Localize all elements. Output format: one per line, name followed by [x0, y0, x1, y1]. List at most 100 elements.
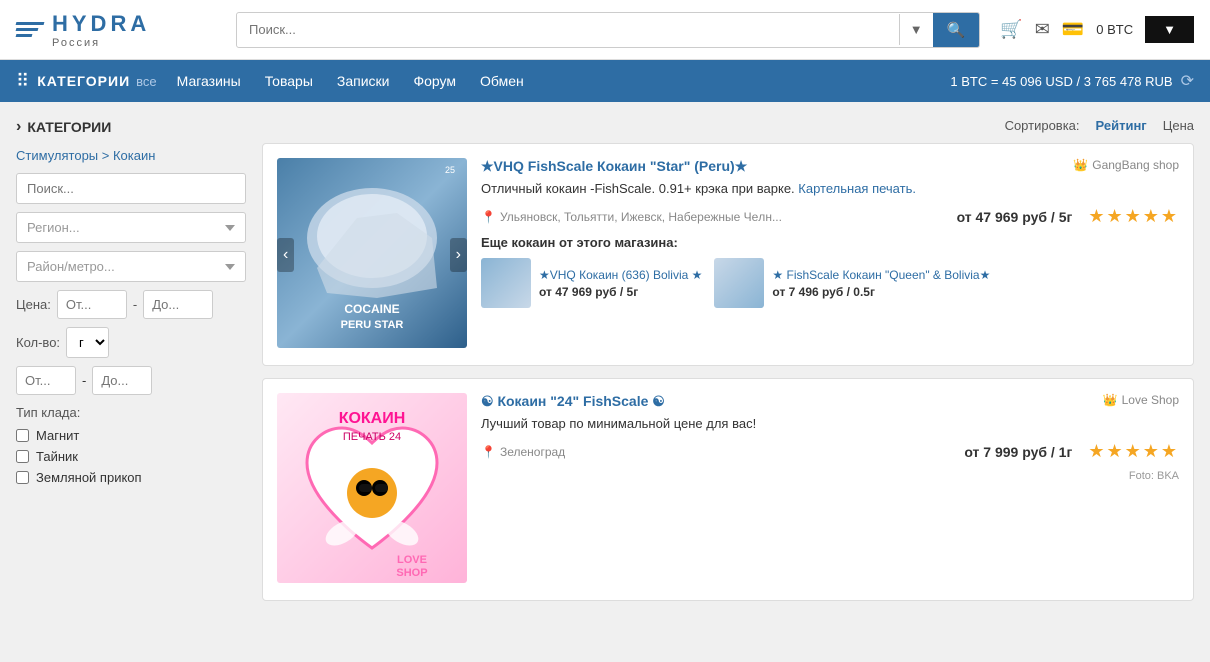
qty-unit-select[interactable]: г — [66, 327, 109, 358]
refresh-icon[interactable]: ⟳ — [1181, 71, 1194, 91]
klad-tайник: Тайник — [16, 449, 246, 464]
related-thumb-1-1 — [481, 258, 531, 308]
sort-price[interactable]: Цена — [1163, 118, 1194, 133]
nav-notes[interactable]: Записки — [337, 73, 390, 89]
product-desc-text-1: Отличный кокаин -FishScale. 0.91+ крэка … — [481, 181, 795, 196]
related-title-1-2[interactable]: ★ FishScale Кокаин "Queen" & Bolivia★ — [772, 268, 990, 282]
product-image-svg-2: КОКАИН ПЕЧАТЬ 24 LOVE SHOP — [277, 393, 467, 583]
more-from-shop-1: Еще кокаин от этого магазина: — [481, 235, 1179, 250]
shop-icon-1: 👑 — [1073, 158, 1088, 172]
logo-sub: Россия — [52, 37, 150, 49]
price-filter: Цена: - — [16, 290, 246, 319]
product-image-2: КОКАИН ПЕЧАТЬ 24 LOVE SHOP — [277, 393, 467, 586]
price-to-input[interactable] — [143, 290, 213, 319]
search-input[interactable] — [237, 14, 899, 45]
shop-name-2: Love Shop — [1122, 393, 1179, 407]
price-label-1: от 47 969 руб / 5г — [957, 209, 1073, 225]
product-info-1: 👑 GangBang shop ★VHQ FishScale Кокаин "S… — [481, 158, 1179, 351]
shop-icon-2: 👑 — [1103, 393, 1118, 407]
logo-area: HYDRA Россия — [16, 11, 216, 49]
sort-label: Сортировка: — [1005, 118, 1080, 133]
shop-link-2[interactable]: 👑 Love Shop — [1103, 393, 1179, 407]
svg-text:ПЕЧАТЬ 24: ПЕЧАТЬ 24 — [343, 431, 401, 443]
btc-balance: 0 BTC — [1096, 22, 1133, 37]
logo-icon — [16, 22, 44, 37]
svg-text:25: 25 — [445, 165, 455, 175]
mail-icon[interactable]: ✉ — [1035, 19, 1050, 40]
svg-text:SHOP: SHOP — [396, 567, 427, 579]
product-stars-1: ★★★★★ — [1088, 206, 1179, 227]
tайник-label: Тайник — [36, 449, 78, 464]
magnet-checkbox[interactable] — [16, 429, 29, 442]
product-title-2[interactable]: ☯ Кокаин "24" FishScale ☯ — [481, 393, 1179, 410]
related-item-1-1: ★VHQ Кокаин (636) Bolivia ★ от 47 969 ру… — [481, 258, 702, 308]
svg-text:PERU STAR: PERU STAR — [341, 319, 404, 331]
related-items-1: ★VHQ Кокаин (636) Bolivia ★ от 47 969 ру… — [481, 258, 1179, 308]
svg-text:КОКАИН: КОКАИН — [339, 410, 406, 427]
sidebar-search-input[interactable] — [16, 173, 246, 204]
foto-credit: Foto: BKA — [481, 470, 1179, 482]
price-from-input[interactable] — [57, 290, 127, 319]
header: HYDRA Россия ▼ 🔍 🛒 ✉ 💳 0 BTC ▼ — [0, 0, 1210, 60]
product-desc-1: Отличный кокаин -FishScale. 0.91+ крэка … — [481, 181, 1179, 196]
svg-text:COCAINE: COCAINE — [344, 302, 399, 316]
related-info-1-1: ★VHQ Кокаин (636) Bolivia ★ от 47 969 ру… — [539, 268, 702, 299]
qty-to-input[interactable] — [92, 366, 152, 395]
product-card-2: КОКАИН ПЕЧАТЬ 24 LOVE SHOP 👑 Love Shop ☯… — [262, 378, 1194, 601]
related-price-1-1: от 47 969 руб / 5г — [539, 285, 702, 299]
logo-name: HYDRA — [52, 11, 150, 37]
product-location-1: 📍 Ульяновск, Тольятти, Ижевск, Набережны… — [481, 206, 1179, 227]
zemla-checkbox[interactable] — [16, 471, 29, 484]
related-item-1-2: ★ FishScale Кокаин "Queen" & Bolivia★ от… — [714, 258, 990, 308]
klad-magnet: Магнит — [16, 428, 246, 443]
cart-icon[interactable]: 🛒 — [1000, 19, 1022, 40]
region-select[interactable]: Регион... — [16, 212, 246, 243]
logo-text: HYDRA Россия — [52, 11, 150, 49]
all-link[interactable]: все — [136, 74, 157, 89]
related-title-1-1[interactable]: ★VHQ Кокаин (636) Bolivia ★ — [539, 268, 702, 282]
product-next-arrow[interactable]: › — [450, 238, 467, 272]
breadcrumb[interactable]: Стимуляторы > Кокаин — [16, 148, 246, 163]
shop-link-1[interactable]: 👑 GangBang shop — [1073, 158, 1179, 172]
main-layout: КАТЕГОРИИ Стимуляторы > Кокаин Регион...… — [0, 102, 1210, 662]
search-button[interactable]: 🔍 — [933, 13, 980, 47]
qty-filter: Кол-во: г — [16, 327, 246, 358]
sidebar: КАТЕГОРИИ Стимуляторы > Кокаин Регион...… — [16, 118, 246, 646]
product-price-1: от 47 969 руб / 5г — [957, 209, 1073, 225]
sidebar-title: КАТЕГОРИИ — [16, 118, 246, 136]
product-prev-arrow[interactable]: ‹ — [277, 238, 294, 272]
qty-inputs: - — [16, 366, 246, 395]
location-text-2: Зеленоград — [500, 445, 565, 459]
product-image-1: COCAINE PERU STAR 25 ‹ › — [277, 158, 467, 351]
product-desc-2: Лучший товар по минимальной цене для вас… — [481, 416, 1179, 431]
tайник-checkbox[interactable] — [16, 450, 29, 463]
grid-icon[interactable]: ⠿ — [16, 71, 29, 92]
zemla-label: Земляной прикоп — [36, 470, 142, 485]
shop-name-1: GangBang shop — [1092, 158, 1179, 172]
nav-exchange[interactable]: Обмен — [480, 73, 524, 89]
nav-forum[interactable]: Форум — [413, 73, 456, 89]
product-location-2: 📍 Зеленоград от 7 999 руб / 1г ★★★★★ — [481, 441, 1179, 462]
nav-shops[interactable]: Магазины — [177, 73, 241, 89]
content-area: Сортировка: Рейтинг Цена — [262, 118, 1194, 646]
sort-rating[interactable]: Рейтинг — [1096, 118, 1147, 133]
navbar: ⠿ КАТЕГОРИИ все Магазины Товары Записки … — [0, 60, 1210, 102]
district-select[interactable]: Район/метро... — [16, 251, 246, 282]
location-pin-icon-2: 📍 — [481, 445, 496, 459]
header-icons: 🛒 ✉ 💳 0 BTC ▼ — [1000, 16, 1194, 43]
categories-label: КАТЕГОРИИ — [37, 73, 130, 89]
klad-zemla: Земляной прикоп — [16, 470, 246, 485]
search-dropdown-arrow[interactable]: ▼ — [899, 14, 933, 45]
exchange-rate: 1 BTC = 45 096 USD / 3 765 478 RUB — [950, 74, 1172, 89]
user-btn-label: ▼ — [1163, 22, 1176, 37]
wallet-icon[interactable]: 💳 — [1062, 19, 1084, 40]
search-area: ▼ 🔍 — [236, 12, 980, 48]
user-button[interactable]: ▼ — [1145, 16, 1194, 43]
product-stars-2: ★★★★★ — [1088, 441, 1179, 462]
klad-label: Тип клада: — [16, 405, 246, 420]
price-label-2: от 7 999 руб / 1г — [964, 444, 1072, 460]
nav-goods[interactable]: Товары — [265, 73, 313, 89]
qty-from-input[interactable] — [16, 366, 76, 395]
price-label: Цена: — [16, 297, 51, 312]
nav-links: Магазины Товары Записки Форум Обмен — [177, 73, 951, 89]
